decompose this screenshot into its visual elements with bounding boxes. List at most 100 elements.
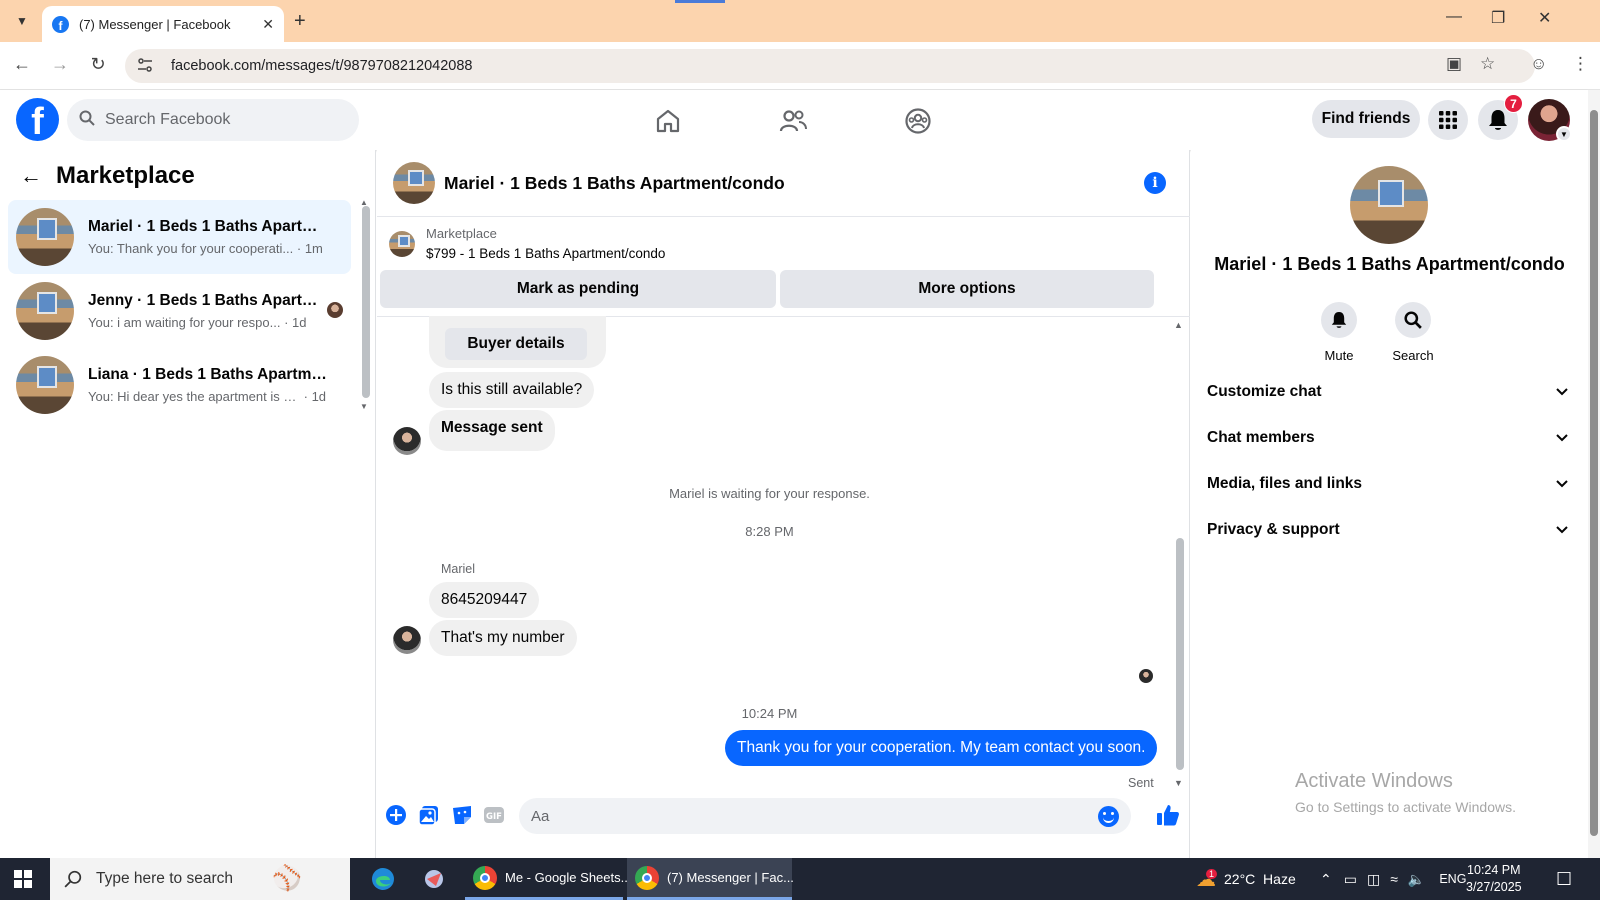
marketplace-listing-banner[interactable]: Marketplace $799 - 1 Beds 1 Baths Apartm… [389,226,665,261]
close-window-icon[interactable]: ✕ [1538,8,1551,28]
chat-title[interactable]: Mariel · 1 Beds 1 Baths Apartment/condo [444,173,785,194]
emoji-smiley-icon[interactable] [1098,806,1119,827]
activate-windows-subtitle: Go to Settings to activate Windows. [1295,799,1516,815]
bookmark-star-icon[interactable]: ☆ [1480,54,1495,74]
facebook-search-input[interactable] [105,111,325,129]
media-files-links-section[interactable]: Media, files and links [1207,464,1568,504]
marketplace-conversation-list: ← Marketplace Mariel · 1 Beds 1 Baths Ap… [0,150,376,858]
taskbar-app-label: (7) Messenger | Fac... [667,870,794,885]
back-arrow-icon[interactable]: ← [10,54,34,75]
conversation-list-scrollbar[interactable] [362,206,370,398]
message-status: Sent [1128,776,1154,790]
edge-browser-taskbar-icon[interactable] [362,858,402,900]
message-input-box[interactable] [519,798,1131,834]
page-scrollbar-thumb[interactable] [1590,110,1598,836]
section-label: Customize chat [1207,383,1322,400]
restore-icon[interactable]: ❐ [1491,8,1505,28]
tab-search-chevron-icon[interactable]: ▼ [8,8,36,34]
privacy-support-section[interactable]: Privacy & support [1207,510,1568,550]
browser-profile-icon[interactable]: ☺ [1530,54,1547,74]
marketplace-title: Marketplace [56,162,195,189]
message-bubble: 8645209447 [429,582,540,618]
customize-chat-section[interactable]: Customize chat [1207,372,1568,412]
scroll-down-arrow-icon[interactable]: ▼ [360,402,368,411]
plus-circle-icon[interactable] [385,804,407,826]
conversation-avatar[interactable] [1350,166,1428,244]
show-hidden-icons-chevron-up-icon[interactable]: ⌃ [1320,871,1332,888]
notifications-center-icon[interactable]: ☐ [1556,858,1572,900]
home-icon[interactable] [651,104,685,138]
mark-as-pending-button[interactable]: Mark as pending [380,270,776,308]
taskbar-clock[interactable]: 10:24 PM 3/27/2025 [1466,862,1522,896]
conversation-details-panel: Mariel · 1 Beds 1 Baths Apartment/condo … [1191,150,1588,858]
section-label: Media, files and links [1207,475,1363,492]
browser-tab-messenger[interactable]: f (7) Messenger | Facebook ✕ [42,6,284,42]
battery-icon[interactable]: ▭ [1344,871,1357,888]
new-tab-plus-icon[interactable]: + [294,10,306,33]
conversation-name: Mariel · 1 Beds 1 Baths Apartment/condo [1214,254,1565,274]
address-bar[interactable]: facebook.com/messages/t/9879708212042088 [125,49,1535,83]
taskbar-search-placeholder: Type here to search [96,870,233,887]
messenger-taskbar-app[interactable]: (7) Messenger | Fac... [627,858,794,900]
chevron-down-icon [1556,385,1568,399]
scroll-down-arrow-icon[interactable]: ▼ [1174,778,1183,788]
minimize-icon[interactable]: — [1446,8,1462,26]
install-app-icon[interactable]: ▣ [1446,54,1462,74]
svg-text:GIF: GIF [486,812,502,822]
conversation-item-mariel[interactable]: Mariel · 1 Beds 1 Baths Apartme... You: … [8,200,351,274]
wifi-icon[interactable]: ≈ [1390,871,1398,887]
google-sheets-taskbar-app[interactable]: Me - Google Sheets... [465,858,631,900]
buyer-details-button[interactable]: Buyer details [445,328,587,360]
photo-icon[interactable] [418,804,440,826]
message-composer: GIF [377,790,1190,858]
search-in-conversation-button[interactable]: Search [1378,302,1448,363]
chat-scrollbar[interactable] [1176,538,1184,770]
message-input[interactable] [531,807,1091,825]
tab-close-icon[interactable]: ✕ [262,16,274,33]
activate-windows-watermark: Activate Windows Go to Settings to activ… [1295,770,1516,815]
back-arrow-icon[interactable]: ← [20,163,42,189]
conversation-info-icon[interactable]: i [1144,172,1166,194]
sender-avatar[interactable] [393,626,421,654]
taskbar-search-box[interactable]: Type here to search ⚾ [50,858,350,900]
friends-icon[interactable] [776,104,810,138]
conversation-snippet: You: Thank you for your cooperati... [88,241,294,256]
site-info-icon[interactable] [137,57,163,75]
app-taskbar-icon[interactable] [414,858,454,900]
meet-now-icon[interactable]: ◫ [1367,871,1380,888]
chat-members-section[interactable]: Chat members [1207,418,1568,458]
find-friends-button[interactable]: Find friends [1312,100,1420,138]
chat-pane: Mariel · 1 Beds 1 Baths Apartment/condo … [377,150,1190,858]
activate-windows-title: Activate Windows [1295,770,1453,792]
menu-grid-icon[interactable] [1428,100,1468,140]
marketplace-header: ← Marketplace [20,162,195,190]
more-options-button[interactable]: More options [780,270,1154,308]
volume-muted-icon[interactable]: 🔈 [1408,871,1425,888]
reload-icon[interactable]: ↻ [86,54,110,75]
facebook-search-box[interactable] [67,99,359,141]
facebook-favicon-icon: f [52,15,69,33]
chat-listing-thumbnail[interactable] [393,162,435,204]
conversation-item-jenny[interactable]: Jenny · 1 Beds 1 Baths Apartm... You: i … [8,274,351,348]
tab-loading-indicator [675,0,725,3]
input-language[interactable]: ENG [1439,872,1466,886]
weather-text: 22°C Haze [1224,871,1296,887]
forward-arrow-icon[interactable]: → [48,54,72,75]
conversation-snippet: You: i am waiting for your respo... [88,315,281,330]
weather-widget[interactable]: ☁ 1 22°C Haze [1196,858,1296,900]
windows-start-icon[interactable] [14,870,32,888]
message-bubble: Is this still available? [429,372,595,408]
thumbs-up-like-icon[interactable] [1155,802,1181,828]
mute-button[interactable]: Mute [1304,302,1374,363]
sender-avatar[interactable] [393,427,421,455]
groups-icon[interactable] [901,104,935,138]
facebook-logo-icon[interactable]: f [16,98,59,141]
conversation-item-liana[interactable]: Liana · 1 Beds 1 Baths Apartment... You:… [8,348,351,422]
search-label: Search [1392,348,1434,363]
message-bubble: That's my number [429,620,577,656]
scroll-up-arrow-icon[interactable]: ▲ [1174,320,1183,330]
browser-menu-icon[interactable]: ⋮ [1572,54,1589,74]
sticker-icon[interactable] [451,804,473,826]
account-chevron-down-icon[interactable]: ▼ [1556,126,1572,142]
gif-icon[interactable]: GIF [483,804,505,826]
